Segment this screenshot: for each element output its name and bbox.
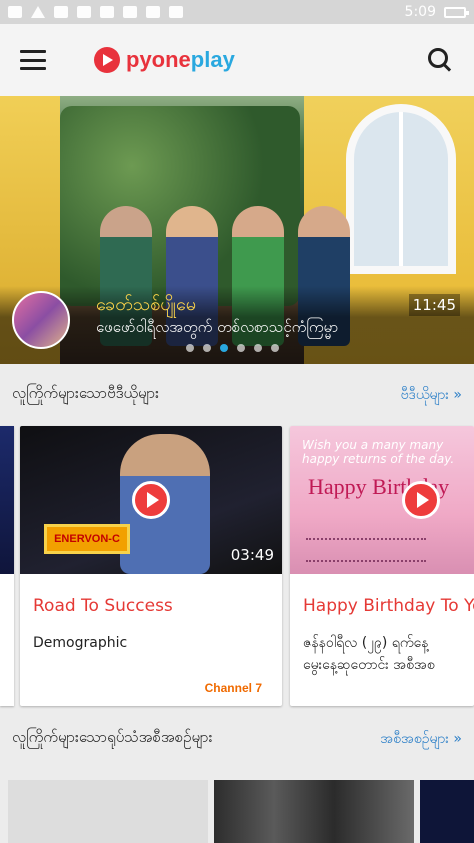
hero-title[interactable]: ခေတ်သစ်ပျိုမေ xyxy=(96,292,196,319)
carousel-dot[interactable] xyxy=(237,344,245,352)
hero-subtitle[interactable]: ဖေဖော်ဝါရီလအတွက် တစ်လစာသင့်ကံကြမ္မာ xyxy=(96,318,338,340)
video-thumbnail[interactable]: Wish you a many many happy returns of th… xyxy=(290,426,474,574)
hero-time: 11:45 xyxy=(408,294,460,316)
thumbnail-subtext xyxy=(306,538,426,562)
carousel-dot[interactable] xyxy=(254,344,262,352)
popular-videos-header: လူကြိုက်များသောဗီဒီယိုများ ဗီဒီယိုများ » xyxy=(0,364,474,426)
sim-icon xyxy=(77,6,91,18)
media-icon xyxy=(123,6,137,18)
program-card[interactable] xyxy=(8,780,208,843)
status-icons-right: 5:09 xyxy=(404,4,469,20)
carousel-dot[interactable] xyxy=(271,344,279,352)
program-card[interactable] xyxy=(214,780,414,843)
popular-videos-row: ENERVON-C 03:49 Road To Success Demograp… xyxy=(0,426,474,708)
logo-text: pyoneplay xyxy=(126,47,235,73)
video-title[interactable]: Road To Success xyxy=(33,596,173,616)
app-bar: pyoneplay xyxy=(0,24,474,96)
carousel-dot-active[interactable] xyxy=(220,344,228,352)
view-more-videos-link[interactable]: ဗီဒီယိုများ » xyxy=(401,385,462,406)
video-description: Demographic xyxy=(33,635,128,651)
carousel-dot[interactable] xyxy=(186,344,194,352)
logo-text-play: play xyxy=(190,47,235,72)
hamburger-menu-icon[interactable] xyxy=(20,50,46,70)
video-title[interactable]: Happy Birthday To Yo xyxy=(303,596,474,616)
video-duration: 03:49 xyxy=(230,546,274,564)
play-icon[interactable] xyxy=(402,481,440,519)
channel-logo: Channel 7 xyxy=(204,681,262,695)
view-more-programs-link[interactable]: အစီအစဉ်များ » xyxy=(380,729,462,750)
section-title: လူကြိုက်များသောဗီဒီယိုများ xyxy=(12,384,159,402)
signal-icon xyxy=(54,6,68,18)
hero-carousel[interactable]: ခေတ်သစ်ပျိုမေ ဖေဖော်ဝါရီလအတွက် တစ်လစာသင့… xyxy=(0,96,474,364)
download-icon xyxy=(100,6,114,18)
video-card-partial[interactable] xyxy=(0,426,14,706)
logo-play-icon xyxy=(94,47,120,73)
pyoneplay-logo: pyoneplay xyxy=(94,47,235,73)
status-time: 5:09 xyxy=(404,4,436,20)
section-title: လူကြိုက်များသောရုပ်သံအစီအစဉ်များ xyxy=(12,728,213,746)
usb-icon xyxy=(169,6,183,18)
video-description: ဇန်နဝါရီလ (၂၉) ရက်နေ့ မွေးနေ့ဆုတောင်း အစ… xyxy=(303,632,435,676)
thumbnail-wish-text: Wish you a many many happy returns of th… xyxy=(302,438,455,466)
carousel-dot[interactable] xyxy=(203,344,211,352)
logo-text-pyone: pyone xyxy=(126,47,191,72)
popular-programs-header: လူကြိုက်များသောရုပ်သံအစီအစဉ်များ အစီအစဉ်… xyxy=(0,708,474,770)
status-bar: 5:09 xyxy=(0,0,474,24)
video-thumbnail[interactable]: ENERVON-C 03:49 xyxy=(20,426,282,574)
program-card[interactable] xyxy=(420,780,474,843)
android-icon xyxy=(146,6,160,18)
video-description-line1: ဇန်နဝါရီလ (၂၉) ရက်နေ့ xyxy=(303,635,429,651)
play-icon[interactable] xyxy=(132,481,170,519)
status-icons-left xyxy=(8,6,183,18)
wifi-icon xyxy=(31,6,45,18)
hero-program-thumbnail[interactable] xyxy=(12,291,70,349)
video-card[interactable]: Wish you a many many happy returns of th… xyxy=(290,426,474,706)
search-icon[interactable] xyxy=(428,48,452,72)
battery-icon xyxy=(444,6,469,18)
popular-programs-row xyxy=(0,770,474,843)
podium-sign: ENERVON-C xyxy=(44,524,130,554)
video-description-line2: မွေးနေ့ဆုတောင်း အစီအစ xyxy=(303,657,435,673)
video-card[interactable]: ENERVON-C 03:49 Road To Success Demograp… xyxy=(20,426,282,706)
carousel-dots[interactable] xyxy=(186,344,279,352)
image-icon xyxy=(8,6,22,18)
